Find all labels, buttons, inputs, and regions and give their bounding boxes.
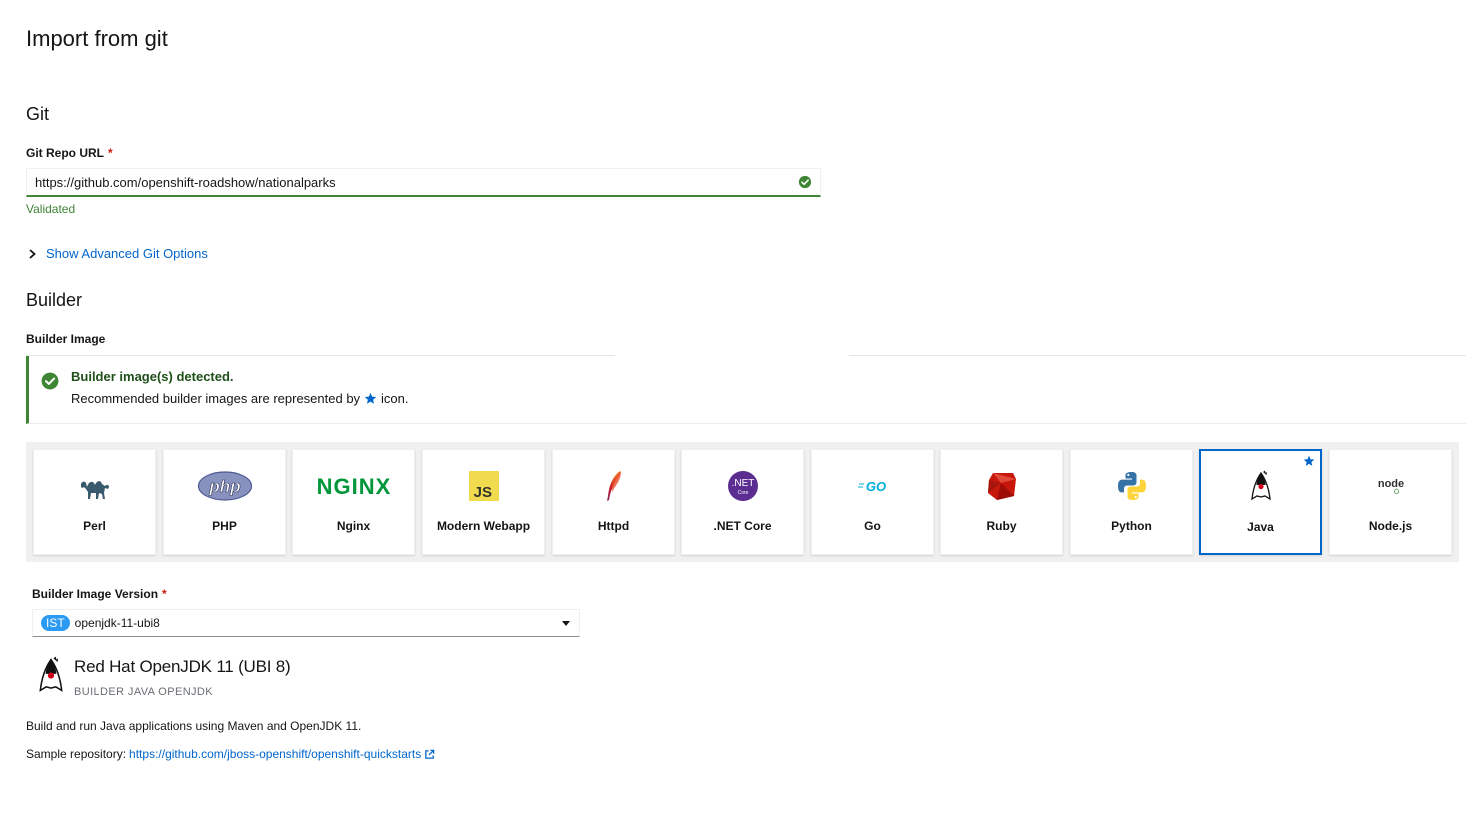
chevron-right-icon: [29, 248, 36, 259]
svg-text:node: node: [1377, 478, 1403, 490]
sample-repository: Sample repository: https://github.com/jb…: [26, 747, 435, 761]
svg-text:NGINX: NGINX: [316, 474, 391, 498]
builder-detected-alert: Builder image(s) detected. Recommended b…: [26, 356, 1466, 424]
builder-tile-perl[interactable]: Perl: [33, 449, 156, 555]
svg-text:GO: GO: [865, 479, 885, 494]
caret-down-icon: [562, 621, 570, 626]
builder-tile-nodejs[interactable]: node Node.js: [1329, 449, 1452, 555]
builder-section-title: Builder: [26, 290, 83, 310]
star-icon: [364, 392, 377, 404]
builder-image-tile-list: Perl php PHP NGINX Nginx JS Modern Webap…: [26, 442, 1459, 562]
ist-badge: IST: [41, 615, 70, 631]
builder-image-details: Red Hat OpenJDK 11 (UBI 8) BUILDER JAVA …: [34, 656, 434, 704]
svg-text:JS: JS: [473, 484, 491, 501]
feather-icon: [606, 471, 621, 501]
git-repo-url-value[interactable]: https://github.com/openshift-roadshow/na…: [35, 175, 798, 190]
js-icon: JS: [468, 471, 499, 501]
alert-description: Recommended builder images are represent…: [71, 391, 409, 406]
builder-tile-ruby[interactable]: Ruby: [940, 449, 1063, 555]
svg-text:Core: Core: [737, 490, 748, 496]
sample-repository-link[interactable]: https://github.com/jboss-openshift/opens…: [129, 747, 421, 761]
required-marker: *: [162, 587, 167, 601]
git-repo-url-label: Git Repo URL *: [26, 146, 113, 160]
builder-tile-nginx[interactable]: NGINX Nginx: [292, 449, 415, 555]
external-link-icon[interactable]: [424, 749, 435, 760]
git-url-validated-text: Validated: [26, 202, 76, 216]
show-advanced-git-options-toggle[interactable]: Show Advanced Git Options: [26, 246, 208, 261]
required-marker: *: [108, 146, 113, 160]
duke-icon: [39, 656, 63, 692]
star-icon: [1303, 455, 1315, 466]
git-section-title: Git: [26, 104, 50, 124]
check-circle-icon: [798, 175, 812, 189]
go-icon: GO: [857, 479, 886, 494]
camel-icon: [80, 481, 109, 499]
alert-title: Builder image(s) detected.: [71, 369, 234, 384]
builder-tile-dotnet-core[interactable]: .NET Core .NET Core: [681, 449, 804, 555]
builder-image-title: Red Hat OpenJDK 11 (UBI 8): [74, 657, 291, 676]
builder-tile-php[interactable]: php PHP: [163, 449, 286, 555]
builder-tile-java[interactable]: Java: [1199, 449, 1322, 555]
builder-tile-go[interactable]: GO Go: [811, 449, 934, 555]
svg-text:php: php: [208, 477, 240, 496]
builder-tile-modern-webapp[interactable]: JS Modern Webapp: [422, 449, 545, 555]
nodejs-icon: node: [1377, 478, 1404, 495]
nginx-icon: NGINX: [316, 474, 391, 498]
duke-icon: [1250, 470, 1271, 501]
builder-image-label: Builder Image: [26, 332, 106, 346]
builder-image-version-select[interactable]: IST openjdk-11-ubi8: [32, 609, 580, 637]
check-circle-icon: [41, 372, 59, 390]
svg-text:.NET: .NET: [731, 478, 754, 489]
builder-image-description: Build and run Java applications using Ma…: [26, 719, 362, 733]
python-icon: [1117, 472, 1146, 500]
php-icon: php: [197, 471, 252, 501]
sample-repository-label: Sample repository:: [26, 747, 127, 761]
builder-tile-httpd[interactable]: Httpd: [552, 449, 675, 555]
builder-tile-python[interactable]: Python: [1070, 449, 1193, 555]
selected-version: openjdk-11-ubi8: [74, 616, 160, 630]
ruby-icon: [987, 473, 1016, 500]
page-title: Import from git: [26, 26, 168, 51]
dotnet-icon: .NET Core: [727, 471, 758, 501]
git-repo-url-input[interactable]: https://github.com/openshift-roadshow/na…: [26, 168, 821, 197]
builder-image-tags: BUILDER JAVA OPENJDK: [74, 686, 214, 698]
builder-image-version-label: Builder Image Version *: [32, 587, 167, 601]
